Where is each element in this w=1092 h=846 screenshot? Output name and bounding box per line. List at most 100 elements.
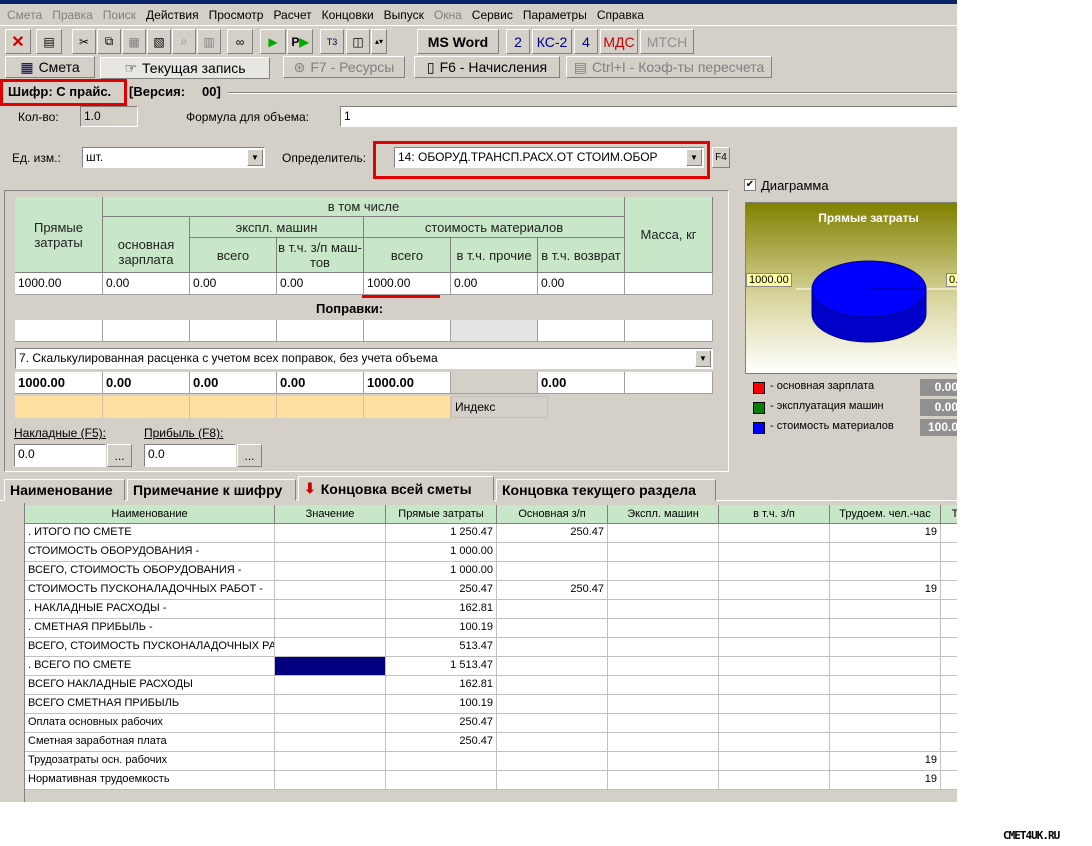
menu-item-8[interactable]: Окна: [429, 8, 467, 22]
bottom-tab-3[interactable]: Концовка текущего раздела: [496, 479, 716, 501]
table-cell[interactable]: [830, 733, 941, 752]
index-cell[interactable]: [15, 396, 103, 418]
menu-item-1[interactable]: Правка: [47, 8, 98, 22]
table-cell[interactable]: . СМЕТНАЯ ПРИБЫЛЬ -: [25, 619, 275, 638]
table-cell[interactable]: 513.47: [386, 638, 497, 657]
table-cell[interactable]: [275, 524, 386, 543]
unit-select[interactable]: шт. ▼: [82, 147, 265, 168]
table-cell[interactable]: 1 000.00: [386, 543, 497, 562]
table-cell[interactable]: [608, 600, 719, 619]
table-cell[interactable]: [275, 714, 386, 733]
spin-icon[interactable]: ▴▾: [371, 29, 387, 54]
chevron-down-icon[interactable]: ▼: [695, 350, 711, 367]
table-cell[interactable]: [608, 695, 719, 714]
table-cell[interactable]: [497, 562, 608, 581]
table-cell[interactable]: [608, 638, 719, 657]
table-cell[interactable]: [608, 524, 719, 543]
table-cell[interactable]: [275, 543, 386, 562]
table-cell[interactable]: [497, 676, 608, 695]
menu-item-3[interactable]: Действия: [141, 8, 204, 22]
tab-current-record[interactable]: ☞ Текущая запись: [100, 57, 270, 79]
tab-coefficients[interactable]: ▤ Ctrl+I - Коэф-ты пересчета: [566, 56, 772, 78]
table-cell[interactable]: 19: [830, 771, 941, 790]
table-cell[interactable]: [608, 676, 719, 695]
play-icon[interactable]: ▶: [260, 29, 286, 54]
table-cell[interactable]: [941, 543, 957, 562]
table-cell[interactable]: [830, 600, 941, 619]
table-cell[interactable]: 19: [830, 752, 941, 771]
table-cell[interactable]: [275, 771, 386, 790]
cost-cell[interactable]: 1000.00: [364, 273, 451, 295]
table-cell[interactable]: [719, 676, 830, 695]
index-cell[interactable]: [190, 396, 277, 418]
calc-mode-select[interactable]: 7. Скалькулированная расценка с учетом в…: [15, 348, 713, 369]
paste-special-icon[interactable]: ▧: [147, 29, 171, 54]
cost-cell[interactable]: 0.00: [103, 273, 190, 295]
table-cell[interactable]: [719, 695, 830, 714]
table-cell[interactable]: ВСЕГО НАКЛАДНЫЕ РАСХОДЫ: [25, 676, 275, 695]
table-cell[interactable]: [719, 581, 830, 600]
table-cell[interactable]: [830, 562, 941, 581]
table-cell[interactable]: [830, 695, 941, 714]
table-cell[interactable]: 19: [830, 524, 941, 543]
t3-button[interactable]: T3: [320, 29, 344, 54]
table-cell[interactable]: [275, 581, 386, 600]
profit-more-button[interactable]: ...: [237, 444, 262, 467]
table-cell[interactable]: [497, 638, 608, 657]
index-cell[interactable]: [364, 396, 451, 418]
table-cell[interactable]: Оплата основных рабочих: [25, 714, 275, 733]
correction-cell[interactable]: [190, 320, 277, 342]
table-cell[interactable]: [719, 524, 830, 543]
table-cell[interactable]: [941, 695, 957, 714]
correction-cell[interactable]: [103, 320, 190, 342]
table-cell[interactable]: [941, 714, 957, 733]
ms-word-button[interactable]: MS Word: [417, 29, 499, 54]
correction-cell[interactable]: [277, 320, 364, 342]
table-cell[interactable]: Нормативная трудоемкость: [25, 771, 275, 790]
table-cell[interactable]: [386, 771, 497, 790]
menu-item-11[interactable]: Справка: [592, 8, 649, 22]
table-cell[interactable]: [497, 752, 608, 771]
bottom-tab-0[interactable]: Наименование: [4, 479, 125, 501]
table-cell[interactable]: [941, 581, 957, 600]
table-cell[interactable]: ВСЕГО, СТОИМОСТЬ ПУСКОНАЛАДОЧНЫХ РАБОТ -: [25, 638, 275, 657]
table-cell[interactable]: [719, 619, 830, 638]
correction-cell[interactable]: [538, 320, 625, 342]
paste-icon[interactable]: ▦: [122, 29, 146, 54]
table-cell[interactable]: [608, 543, 719, 562]
form-2-button[interactable]: 2: [506, 29, 530, 54]
close-icon[interactable]: ✕: [5, 29, 31, 54]
table-cell[interactable]: [275, 562, 386, 581]
cost-cell[interactable]: 0.00: [190, 273, 277, 295]
table-cell[interactable]: [497, 695, 608, 714]
table-cell[interactable]: [497, 657, 608, 676]
mds-button[interactable]: МДС: [600, 29, 638, 54]
qty-field[interactable]: 1.0: [80, 106, 138, 127]
formula-input[interactable]: 1: [340, 106, 957, 127]
table-cell[interactable]: 250.47: [497, 581, 608, 600]
table-cell[interactable]: [275, 619, 386, 638]
copy-icon[interactable]: ⧉: [97, 29, 121, 54]
table-cell[interactable]: [830, 714, 941, 733]
table-cell[interactable]: Трудозатраты осн. рабочих: [25, 752, 275, 771]
table-cell[interactable]: [275, 695, 386, 714]
clipboard-icon[interactable]: ▥: [197, 29, 221, 54]
column-header[interactable]: Трудоем. чел.-час: [830, 505, 941, 524]
table-cell[interactable]: [941, 752, 957, 771]
tab-charges[interactable]: ▯ F6 - Начисления: [414, 56, 560, 78]
table-cell[interactable]: [608, 581, 719, 600]
table-cell[interactable]: [830, 676, 941, 695]
table-cell[interactable]: [941, 619, 957, 638]
column-header[interactable]: Наименование: [25, 505, 275, 524]
table-cell[interactable]: 1 000.00: [386, 562, 497, 581]
binoculars-icon[interactable]: ∞: [227, 29, 253, 54]
table-cell[interactable]: . НАКЛАДНЫЕ РАСХОДЫ -: [25, 600, 275, 619]
table-cell[interactable]: [719, 733, 830, 752]
table-cell[interactable]: 250.47: [386, 581, 497, 600]
menu-item-9[interactable]: Сервис: [467, 8, 518, 22]
table-cell[interactable]: [830, 638, 941, 657]
correction-cell[interactable]: [364, 320, 451, 342]
table-cell[interactable]: [386, 752, 497, 771]
table-cell[interactable]: 162.81: [386, 676, 497, 695]
cost-cell[interactable]: 1000.00: [15, 273, 103, 295]
